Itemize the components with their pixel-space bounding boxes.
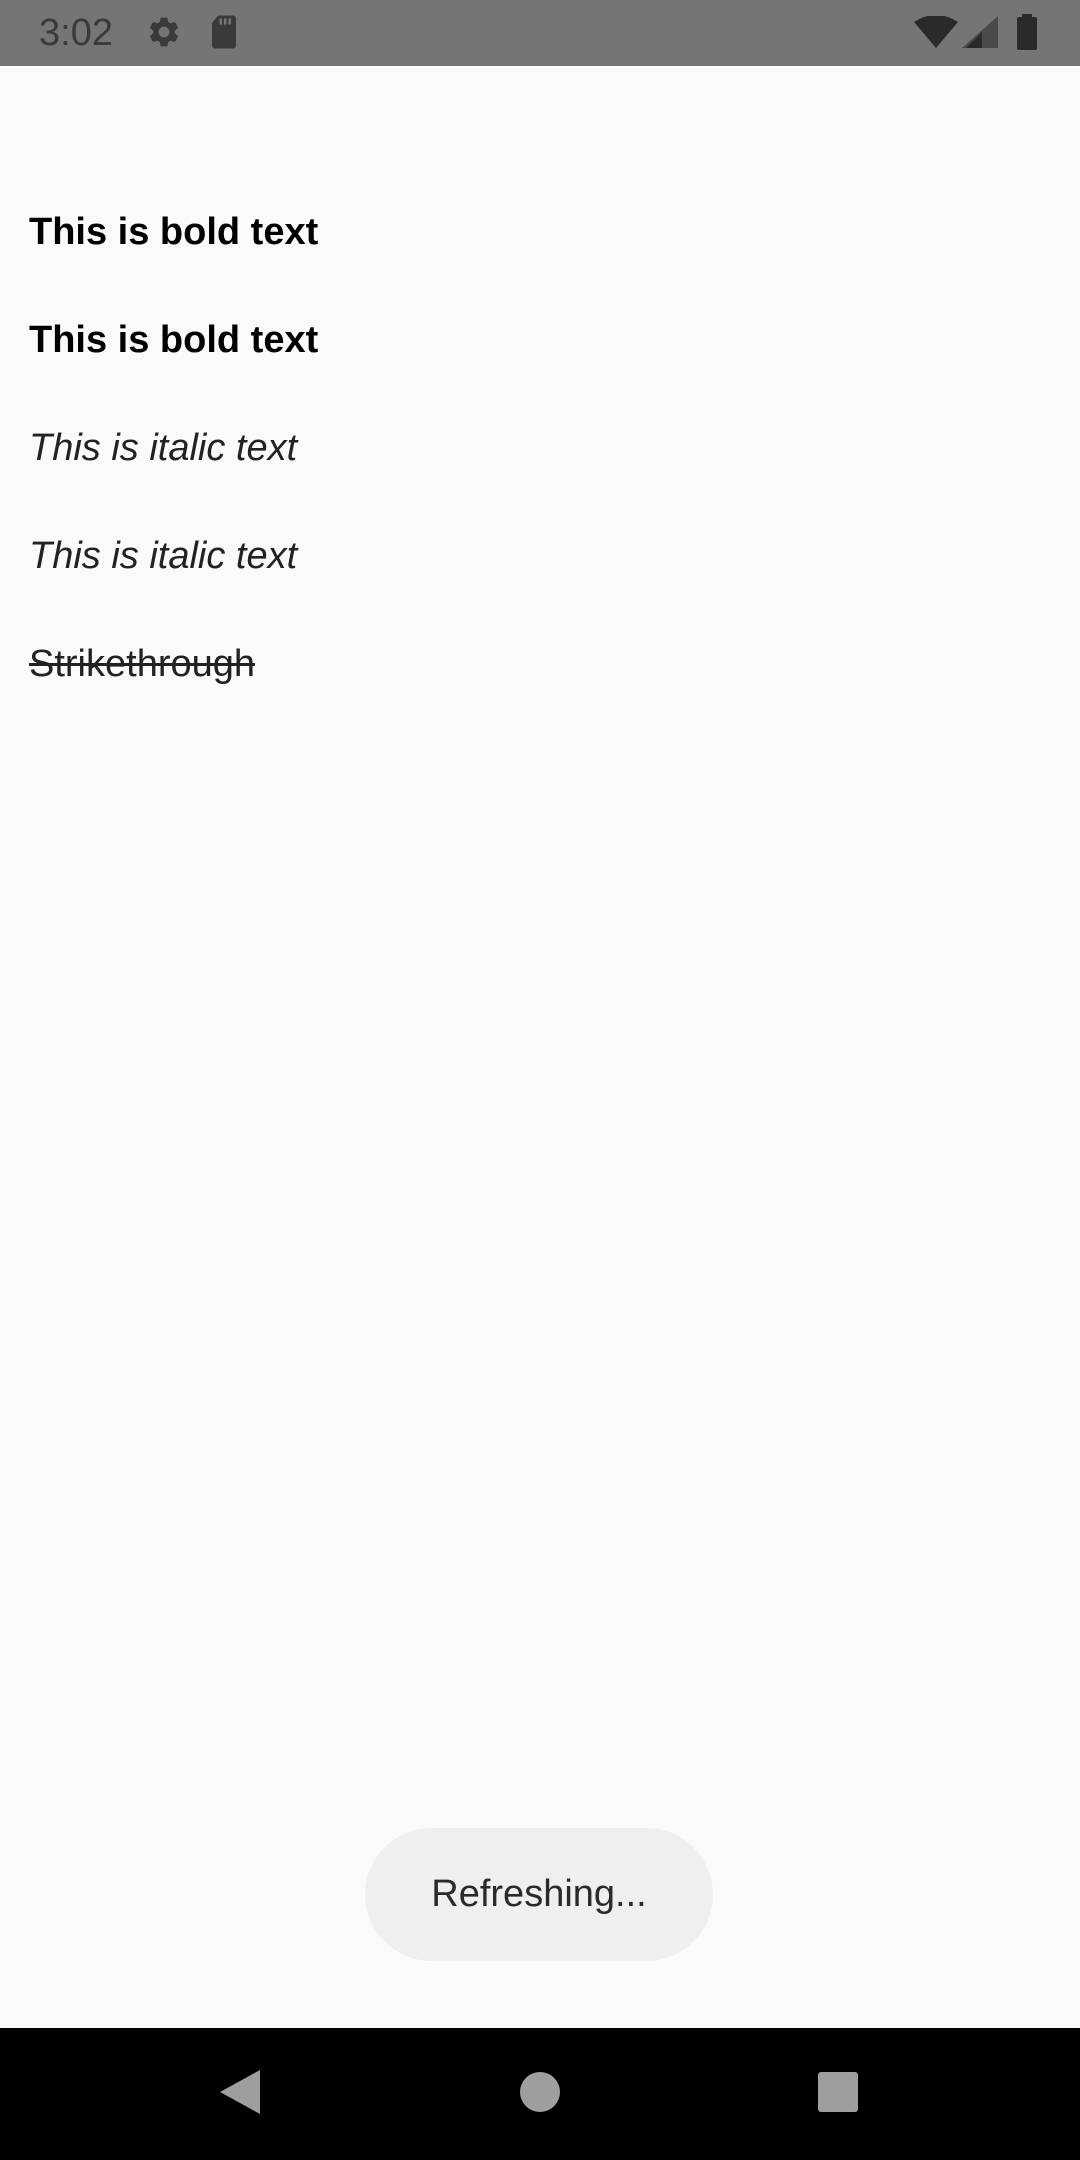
recents-button[interactable]	[772, 2028, 904, 2160]
back-button[interactable]	[174, 2028, 306, 2160]
strikethrough-text: Strikethrough	[29, 643, 256, 685]
back-icon	[218, 2068, 262, 2121]
toast: Refreshing...	[365, 1828, 713, 1961]
battery-icon	[1016, 14, 1038, 55]
recents-icon	[817, 2071, 859, 2118]
toast-text: Refreshing...	[431, 1873, 647, 1915]
wifi-icon	[914, 15, 958, 53]
settings-icon	[146, 14, 182, 55]
home-icon	[519, 2071, 561, 2118]
signal-icon	[962, 16, 998, 53]
italic-text-1: This is italic text	[29, 427, 298, 469]
home-button[interactable]	[474, 2028, 606, 2160]
status-time: 3:02	[39, 12, 113, 54]
bold-text-2: This is bold text	[29, 319, 319, 361]
status-bar: 3:02	[0, 0, 1080, 66]
navigation-bar	[0, 2028, 1080, 2160]
italic-text-2: This is italic text	[29, 535, 298, 577]
screen: 3:02 This is bold text This is bold text…	[0, 0, 1080, 2160]
bold-text-1: This is bold text	[29, 211, 319, 253]
sd-card-icon	[208, 14, 240, 55]
